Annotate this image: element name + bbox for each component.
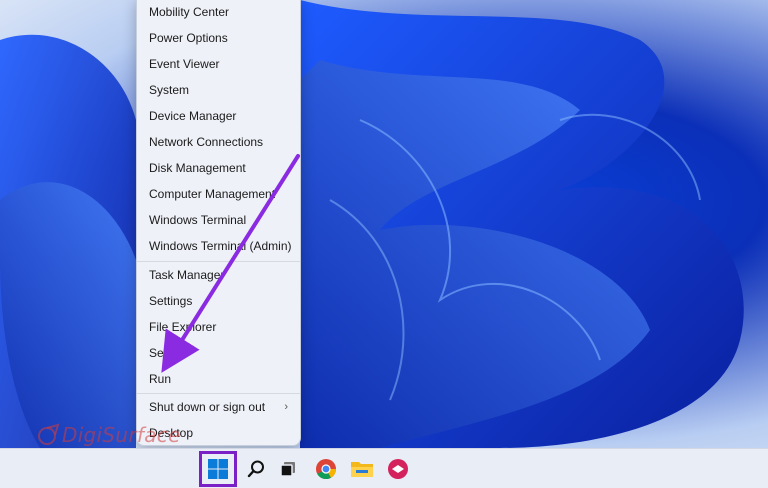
menu-item-computer-management[interactable]: Computer Management (137, 182, 300, 206)
menu-item-disk-management[interactable]: Disk Management (137, 156, 300, 180)
menu-item-device-manager[interactable]: Device Manager (137, 104, 300, 128)
chrome-icon (316, 459, 337, 480)
file-explorer-button[interactable] (346, 453, 378, 485)
winx-context-menu: Mobility Center Power Options Event View… (136, 0, 301, 446)
menu-separator (137, 261, 300, 262)
app-icon (388, 459, 408, 479)
desktop-wallpaper (0, 0, 768, 448)
chevron-right-icon: › (284, 401, 288, 413)
menu-item-run[interactable]: Run (137, 367, 300, 391)
search-icon (247, 460, 264, 478)
search-button[interactable] (240, 453, 272, 485)
menu-item-windows-terminal[interactable]: Windows Terminal (137, 208, 300, 232)
app-button[interactable] (382, 453, 414, 485)
menu-item-power-options[interactable]: Power Options (137, 26, 300, 50)
menu-separator (137, 393, 300, 394)
menu-item-network-connections[interactable]: Network Connections (137, 130, 300, 154)
taskbar (0, 448, 768, 488)
menu-item-windows-terminal-admin[interactable]: Windows Terminal (Admin) (137, 234, 300, 258)
menu-item-file-explorer[interactable]: File Explorer (137, 315, 300, 339)
file-explorer-icon (351, 462, 373, 477)
menu-item-settings[interactable]: Settings (137, 289, 300, 313)
start-button[interactable] (199, 451, 237, 487)
menu-item-event-viewer[interactable]: Event Viewer (137, 52, 300, 76)
task-view-icon (280, 462, 295, 477)
task-view-button[interactable] (272, 453, 304, 485)
watermark-icon (38, 423, 60, 445)
windows-start-icon (208, 459, 228, 479)
menu-item-system[interactable]: System (137, 78, 300, 102)
menu-item-search[interactable]: Search (137, 341, 300, 365)
menu-item-task-manager[interactable]: Task Manager (137, 263, 300, 287)
menu-item-mobility-center[interactable]: Mobility Center (137, 0, 300, 24)
menu-item-shut-down-or-sign-out[interactable]: Shut down or sign out › (137, 395, 300, 419)
chrome-button[interactable] (310, 453, 342, 485)
watermark-text: DigiSurface (62, 423, 181, 447)
watermark-logo: DigiSurface (36, 421, 181, 449)
menu-item-label: Shut down or sign out (149, 400, 266, 414)
